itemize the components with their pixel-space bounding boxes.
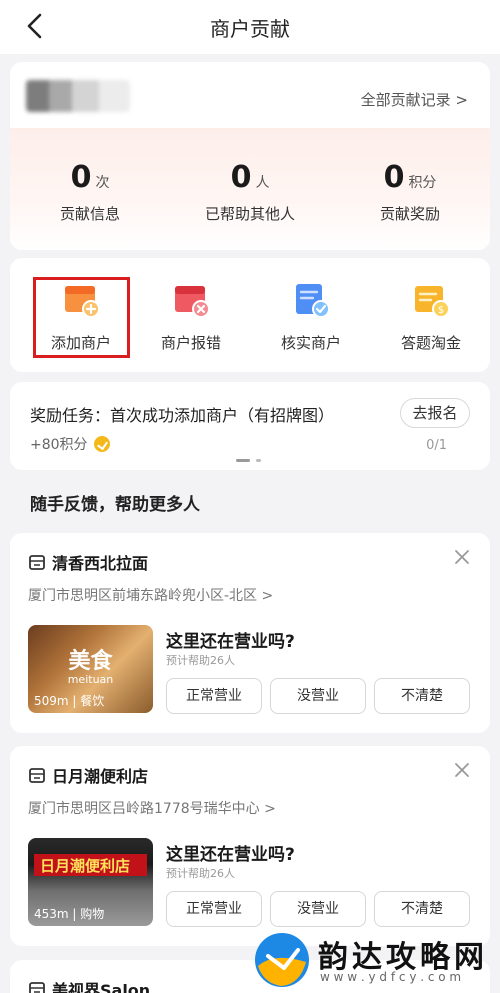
watermark-url: w w w . y d f c y . c o m (320, 970, 462, 984)
stat-value: 0 (383, 160, 405, 195)
stat-rewards[interactable]: 0 积分 贡献奖励 (330, 160, 490, 224)
shop-photo: 美食 meituan 509m | 餐饮 (28, 625, 153, 713)
signup-button[interactable]: 去报名 (400, 398, 470, 428)
watermark: 韵达攻略网 w w w . y d f c y . c o m (254, 928, 500, 993)
shop-icon (28, 766, 46, 784)
shop-address[interactable]: 厦门市思明区前埔东路岭兜小区-北区 > (28, 585, 273, 605)
option-unknown-button[interactable]: 不清楚 (374, 891, 470, 927)
stat-label: 已帮助其他人 (204, 205, 295, 223)
help-estimate: 预计帮助26人 (166, 654, 235, 667)
feedback-card: 清香西北拉面 厦门市思明区前埔东路岭兜小区-北区 > 美食 meituan 50… (10, 533, 490, 733)
shop-name: 日月潮便利店 (52, 767, 149, 786)
close-icon[interactable] (454, 762, 470, 778)
stat-contributions[interactable]: 0次 贡献信息 (10, 160, 170, 224)
distance-category-tag: 453m | 购物 (34, 907, 105, 921)
highlight-box (33, 277, 130, 358)
all-records-link[interactable]: 全部贡献记录 > (361, 89, 468, 110)
svg-text:$: $ (438, 305, 444, 316)
action-label: 核实商户 (280, 334, 341, 352)
shop-photo: 日月潮便利店 453m | 购物 (28, 838, 153, 926)
quiz-gold-button[interactable]: $ 答题淘金 (376, 280, 486, 353)
stat-unit: 积分 (408, 175, 437, 191)
stat-value: 0 (230, 160, 252, 195)
user-name-blurred (26, 80, 130, 112)
shop-name: 美视界Salon (52, 981, 151, 993)
page-title: 商户贡献 (210, 17, 290, 41)
distance-category-tag: 509m | 餐饮 (34, 694, 105, 708)
top-bar: 商户贡献 (0, 0, 500, 54)
stat-label: 贡献信息 (59, 205, 120, 223)
contribution-summary-card: 全部贡献记录 > 0次 贡献信息 0人 已帮助其他人 0 积分 贡献奖励 (10, 62, 490, 250)
shop-icon (28, 980, 46, 993)
question: 这里还在营业吗? (166, 632, 295, 652)
help-estimate: 预计帮助26人 (166, 867, 235, 880)
stat-value: 0 (70, 160, 92, 195)
feedback-card: 日月潮便利店 厦门市思明区吕岭路1778号瑞华中心 > 日月潮便利店 453m … (10, 746, 490, 946)
shop-sign-text: 日月潮便利店 (40, 857, 131, 875)
option-closed-button[interactable]: 没营业 (270, 891, 366, 927)
action-label: 商户报错 (160, 334, 221, 352)
shop-icon (28, 553, 46, 571)
carousel-indicator (236, 459, 266, 463)
action-label: 答题淘金 (400, 334, 461, 352)
stat-helped[interactable]: 0人 已帮助其他人 (170, 160, 330, 224)
quiz-gold-icon: $ (411, 280, 451, 320)
task-progress: 0/1 (426, 438, 447, 453)
stat-label: 贡献奖励 (379, 205, 440, 223)
report-shop-button[interactable]: 商户报错 (136, 280, 246, 353)
photo-subtitle: meituan (67, 673, 114, 686)
task-points: +80积分 (30, 434, 110, 454)
section-title: 随手反馈，帮助更多人 (30, 495, 200, 515)
option-open-button[interactable]: 正常营业 (166, 891, 262, 927)
option-open-button[interactable]: 正常营业 (166, 678, 262, 714)
option-unknown-button[interactable]: 不清楚 (374, 678, 470, 714)
photo-title: 美食 (68, 649, 113, 674)
task-title: 奖励任务：首次成功添加商户（有招牌图） (30, 406, 335, 425)
carousel-dot-active (236, 459, 250, 462)
reward-task-card: 奖励任务：首次成功添加商户（有招牌图） +80积分 去报名 0/1 (10, 382, 490, 470)
close-icon[interactable] (454, 549, 470, 565)
question: 这里还在营业吗? (166, 845, 295, 865)
carousel-dot (256, 459, 261, 462)
verify-shop-icon (291, 280, 331, 320)
verify-shop-button[interactable]: 核实商户 (256, 280, 366, 353)
report-shop-icon (171, 280, 211, 320)
shop-address[interactable]: 厦门市思明区吕岭路1778号瑞华中心 > (28, 798, 276, 818)
stat-unit: 次 (95, 175, 110, 191)
shop-name: 清香西北拉面 (52, 554, 149, 573)
actions-card: 添加商户 商户报错 核实商户 $ 答题淘金 (10, 258, 490, 372)
watermark-logo-icon (254, 932, 310, 988)
coin-icon (93, 436, 110, 452)
task-points-text: +80积分 (30, 437, 88, 453)
stat-unit: 人 (255, 175, 270, 191)
option-closed-button[interactable]: 没营业 (270, 678, 366, 714)
